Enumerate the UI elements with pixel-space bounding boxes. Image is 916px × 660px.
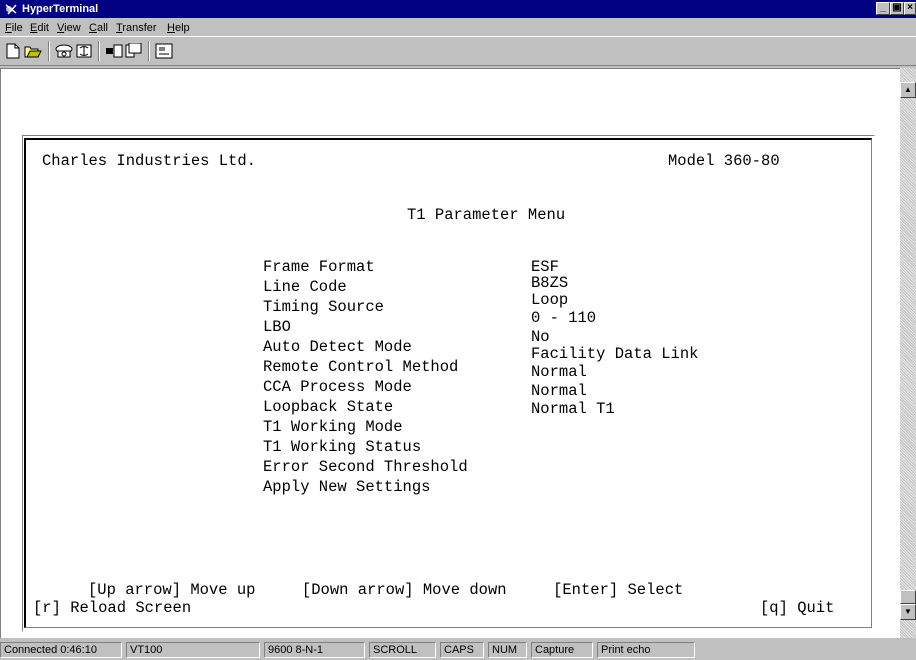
- param-label[interactable]: Loopback State: [263, 399, 393, 416]
- status-capture: Capture: [531, 642, 593, 658]
- param-label[interactable]: LBO: [263, 319, 291, 336]
- param-value: Normal T1: [531, 400, 615, 418]
- vertical-scrollbar[interactable]: ▲ ▼: [900, 68, 916, 638]
- close-button[interactable]: ×: [904, 2, 916, 15]
- status-connected: Connected 0:46:10: [0, 642, 122, 658]
- param-label[interactable]: Auto Detect Mode: [263, 339, 412, 356]
- maximize-button[interactable]: ▣: [890, 2, 904, 15]
- hyperterminal-icon: [5, 4, 17, 15]
- scroll-up-icon[interactable]: ▲: [900, 82, 916, 98]
- param-value: B8ZS: [531, 274, 569, 292]
- menu-file[interactable]: File: [5, 21, 23, 35]
- param-label[interactable]: Remote Control Method: [263, 359, 458, 376]
- scroll-down-icon[interactable]: ▼: [900, 604, 916, 620]
- param-value: Normal: [531, 363, 587, 381]
- param-value: Facility Data Link: [531, 345, 699, 363]
- help-line: [Up arrow] Move up [Down arrow] Move dow…: [88, 581, 684, 599]
- param-label[interactable]: CCA Process Mode: [263, 379, 412, 396]
- menu-call[interactable]: Call: [89, 21, 108, 35]
- menu-view[interactable]: View: [57, 21, 81, 35]
- window-title: HyperTerminal: [22, 3, 99, 15]
- status-num: NUM: [488, 642, 527, 658]
- title-bar: HyperTerminal _ ▣ ×: [0, 0, 916, 18]
- company-name: Charles Industries Ltd.: [42, 152, 256, 170]
- toolbar-separator: [148, 41, 150, 61]
- disconnect-icon[interactable]: [74, 41, 94, 61]
- param-label[interactable]: Error Second Threshold: [263, 459, 468, 476]
- reload-hint: [r] Reload Screen: [33, 599, 192, 617]
- status-settings: 9600 8-N-1: [264, 642, 365, 658]
- open-icon[interactable]: [23, 41, 43, 61]
- menu-transfer[interactable]: Transfer: [116, 21, 157, 35]
- new-icon[interactable]: [3, 41, 23, 61]
- param-value: Loop: [531, 291, 569, 309]
- param-value: 0 - 110: [531, 309, 597, 327]
- menu-bar: File Edit View Call Transfer Help: [0, 18, 916, 36]
- scroll-thumb[interactable]: [900, 590, 916, 604]
- minimize-button[interactable]: _: [876, 2, 890, 15]
- param-label[interactable]: Apply New Settings: [263, 479, 430, 496]
- menu-help[interactable]: Help: [167, 21, 190, 35]
- quit-hint: [q] Quit: [760, 599, 835, 617]
- connect-icon[interactable]: [54, 41, 74, 61]
- menu-edit[interactable]: Edit: [30, 21, 49, 35]
- status-bar: Connected 0:46:10 VT100 9600 8-N-1 SCROL…: [0, 640, 916, 660]
- terminal-screen[interactable]: Charles Industries Ltd. Model 360-80 T1 …: [24, 138, 872, 628]
- status-emulation: VT100: [126, 642, 260, 658]
- toolbar-separator: [48, 41, 50, 61]
- toolbar-separator: [98, 41, 100, 61]
- param-label[interactable]: Timing Source: [263, 299, 384, 316]
- receive-icon[interactable]: [124, 41, 144, 61]
- param-label[interactable]: Line Code: [263, 279, 347, 296]
- param-value: Normal: [531, 382, 587, 400]
- status-caps: CAPS: [440, 642, 484, 658]
- param-value: No: [531, 328, 550, 346]
- send-icon[interactable]: [104, 41, 124, 61]
- param-label[interactable]: Frame Format: [263, 259, 375, 276]
- status-scroll: SCROLL: [369, 642, 436, 658]
- properties-icon[interactable]: [154, 41, 174, 61]
- toolbar: [0, 36, 916, 66]
- status-print-echo: Print echo: [597, 642, 695, 658]
- param-label[interactable]: T1 Working Mode: [263, 419, 403, 436]
- model-name: Model 360-80: [668, 152, 780, 170]
- param-label[interactable]: T1 Working Status: [263, 439, 421, 456]
- menu-title: T1 Parameter Menu: [407, 206, 566, 224]
